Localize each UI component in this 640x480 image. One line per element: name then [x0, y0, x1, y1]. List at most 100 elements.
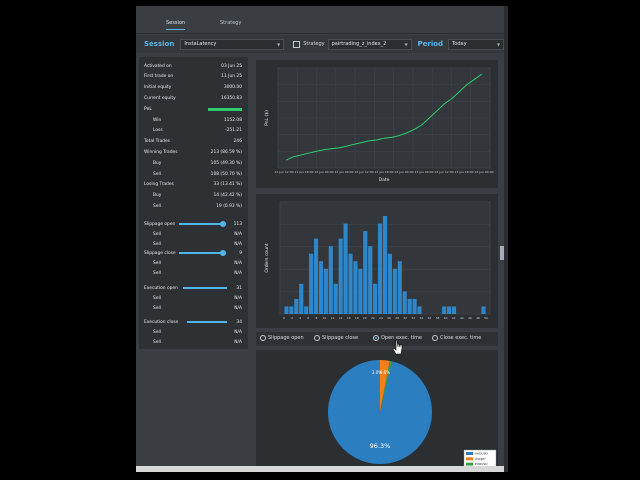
stat-row: Losing Trades 33 (13.41 %) [144, 182, 242, 188]
strategy-select-value: pairtrading_z_index_2 [331, 41, 387, 47]
stat-row: Buy 105 (49.30 %) [153, 160, 242, 166]
histogram-bar [402, 291, 407, 314]
app-window: Session Strategy Session InstaLatency ▼ … [136, 6, 504, 472]
histogram-bar [378, 223, 383, 314]
stat-row: First trade on 11 Jun 25 [144, 74, 242, 80]
tab-session[interactable]: Session [166, 20, 186, 30]
stat-row: Activated on 03 Jun 25 [144, 63, 242, 69]
histogram-bar [446, 306, 452, 314]
stat-label: Activated on [144, 63, 172, 69]
session-label: Session [144, 40, 175, 48]
slider-thumb[interactable] [220, 250, 226, 256]
slider-sub-label: Sell [153, 260, 161, 266]
histogram-bar [328, 246, 333, 314]
stat-value: 14 (42.42 %) [213, 193, 242, 199]
legend-swatch [466, 452, 473, 455]
radio-dot [432, 335, 438, 341]
histogram-bar [304, 306, 309, 314]
slider-sub-value: N/A [234, 231, 242, 237]
histogram-bar [392, 268, 397, 314]
histogram-bar [318, 261, 324, 314]
x-tick-label: 14 Jun 00:00 [474, 170, 493, 174]
radio-slippage-close[interactable]: Slippage close [314, 335, 358, 341]
stat-label: Current equity [144, 95, 176, 101]
slider-sub-label: Sell [153, 270, 161, 276]
strategy-select[interactable]: pairtrading_z_index_2 ▼ [327, 38, 412, 50]
stat-value: 105 (49.30 %) [210, 160, 242, 166]
slider-label: Execution open [144, 285, 178, 291]
histogram-bar [353, 261, 358, 314]
x-tick-label: 42 [452, 316, 456, 320]
slider-sub-row: Sell N/A [153, 241, 242, 247]
tab-strategy[interactable]: Strategy [220, 20, 241, 26]
slider-track[interactable] [183, 287, 227, 289]
x-tick-label: 50 [484, 316, 488, 320]
x-tick-label: 6 [307, 316, 309, 320]
x-tick-label: 30 [403, 316, 407, 320]
period-select[interactable]: Today ▼ [448, 38, 504, 50]
horizontal-scrollbar[interactable] [136, 466, 504, 472]
slider-sub-label: Sell [153, 329, 161, 335]
slider-value: 9 [239, 250, 242, 256]
slider-sub-row: Sell N/A [153, 305, 242, 311]
slider-sub-row: Sell N/A [153, 231, 242, 237]
x-tick-label: 12 Jun 00:00 [314, 170, 333, 174]
slider-value: 34 [236, 319, 242, 325]
histogram-bar [481, 306, 486, 314]
x-axis-label: Date [379, 177, 390, 183]
x-tick-label: 11 Jun 12:00 [274, 170, 293, 174]
histogram-bar [333, 283, 338, 314]
x-tick-label: 10 [322, 316, 326, 320]
stat-label: Win [153, 117, 162, 123]
slider-value: 113 [233, 221, 242, 227]
x-tick-label: 14 [339, 316, 343, 320]
strategy-checkbox[interactable] [293, 40, 301, 48]
x-tick-label: 28 [395, 316, 399, 320]
x-tick-label: 38 [436, 316, 440, 320]
histogram-bar [363, 231, 368, 314]
radio-dot [260, 335, 266, 341]
stat-value: 108 (50.70 %) [210, 171, 242, 177]
x-tick-label: 0 [283, 316, 285, 320]
slider-sub-label: Sell [153, 231, 161, 237]
x-tick-label: 26 [387, 316, 391, 320]
stat-row: PnL [144, 106, 242, 112]
histogram-bar [442, 306, 447, 314]
chevron-down-icon: ▼ [277, 41, 281, 47]
radio-close-exec-time[interactable]: Close exec. time [432, 335, 481, 341]
slider-sub-label: Sell [153, 339, 161, 345]
stat-row: Total Trades 246 [144, 139, 242, 145]
histogram-bar [294, 298, 299, 314]
slider-track[interactable] [187, 321, 227, 323]
stat-value: 03 Jun 25 [221, 63, 242, 69]
histogram-bar [368, 246, 373, 314]
x-tick-label: 8 [315, 316, 317, 320]
x-tick-label: 46 [468, 316, 472, 320]
session-select[interactable]: InstaLatency ▼ [180, 38, 285, 50]
x-tick-label: 12 [331, 316, 335, 320]
slider-sub-label: Sell [153, 241, 161, 247]
period-select-value: Today [452, 41, 467, 47]
stat-value: 246 [233, 139, 242, 145]
radio-label: Close exec. time [440, 335, 482, 341]
radio-slippage-open[interactable]: Slippage open [260, 335, 304, 341]
stat-label: Sell [153, 203, 161, 209]
tab-bar: Session Strategy [136, 6, 504, 34]
radio-dot [314, 335, 320, 341]
histogram-bar [299, 283, 304, 314]
slider-track[interactable] [179, 252, 223, 254]
y-axis-label: PnL ($) [264, 110, 270, 126]
radio-dot [373, 335, 379, 341]
histogram-bar [407, 298, 412, 314]
radio-label: Slippage open [268, 335, 304, 341]
slider-thumb[interactable] [220, 221, 226, 227]
stat-row: Initial equity 3000.00 [144, 85, 242, 91]
slider-label: Execution close [144, 319, 179, 325]
slider-sub-label: Sell [153, 305, 161, 311]
stat-label: First trade on [144, 74, 174, 80]
histogram-bar [397, 261, 402, 314]
slider-sub-row: Sell N/A [153, 329, 242, 335]
slider-track[interactable] [179, 223, 223, 225]
slider-sub-row: Sell N/A [153, 260, 242, 266]
pnl-chart-pane: 11 Jun 12:00 11 Jun 18:00 12 Jun 00:00 12 J… [256, 60, 498, 188]
